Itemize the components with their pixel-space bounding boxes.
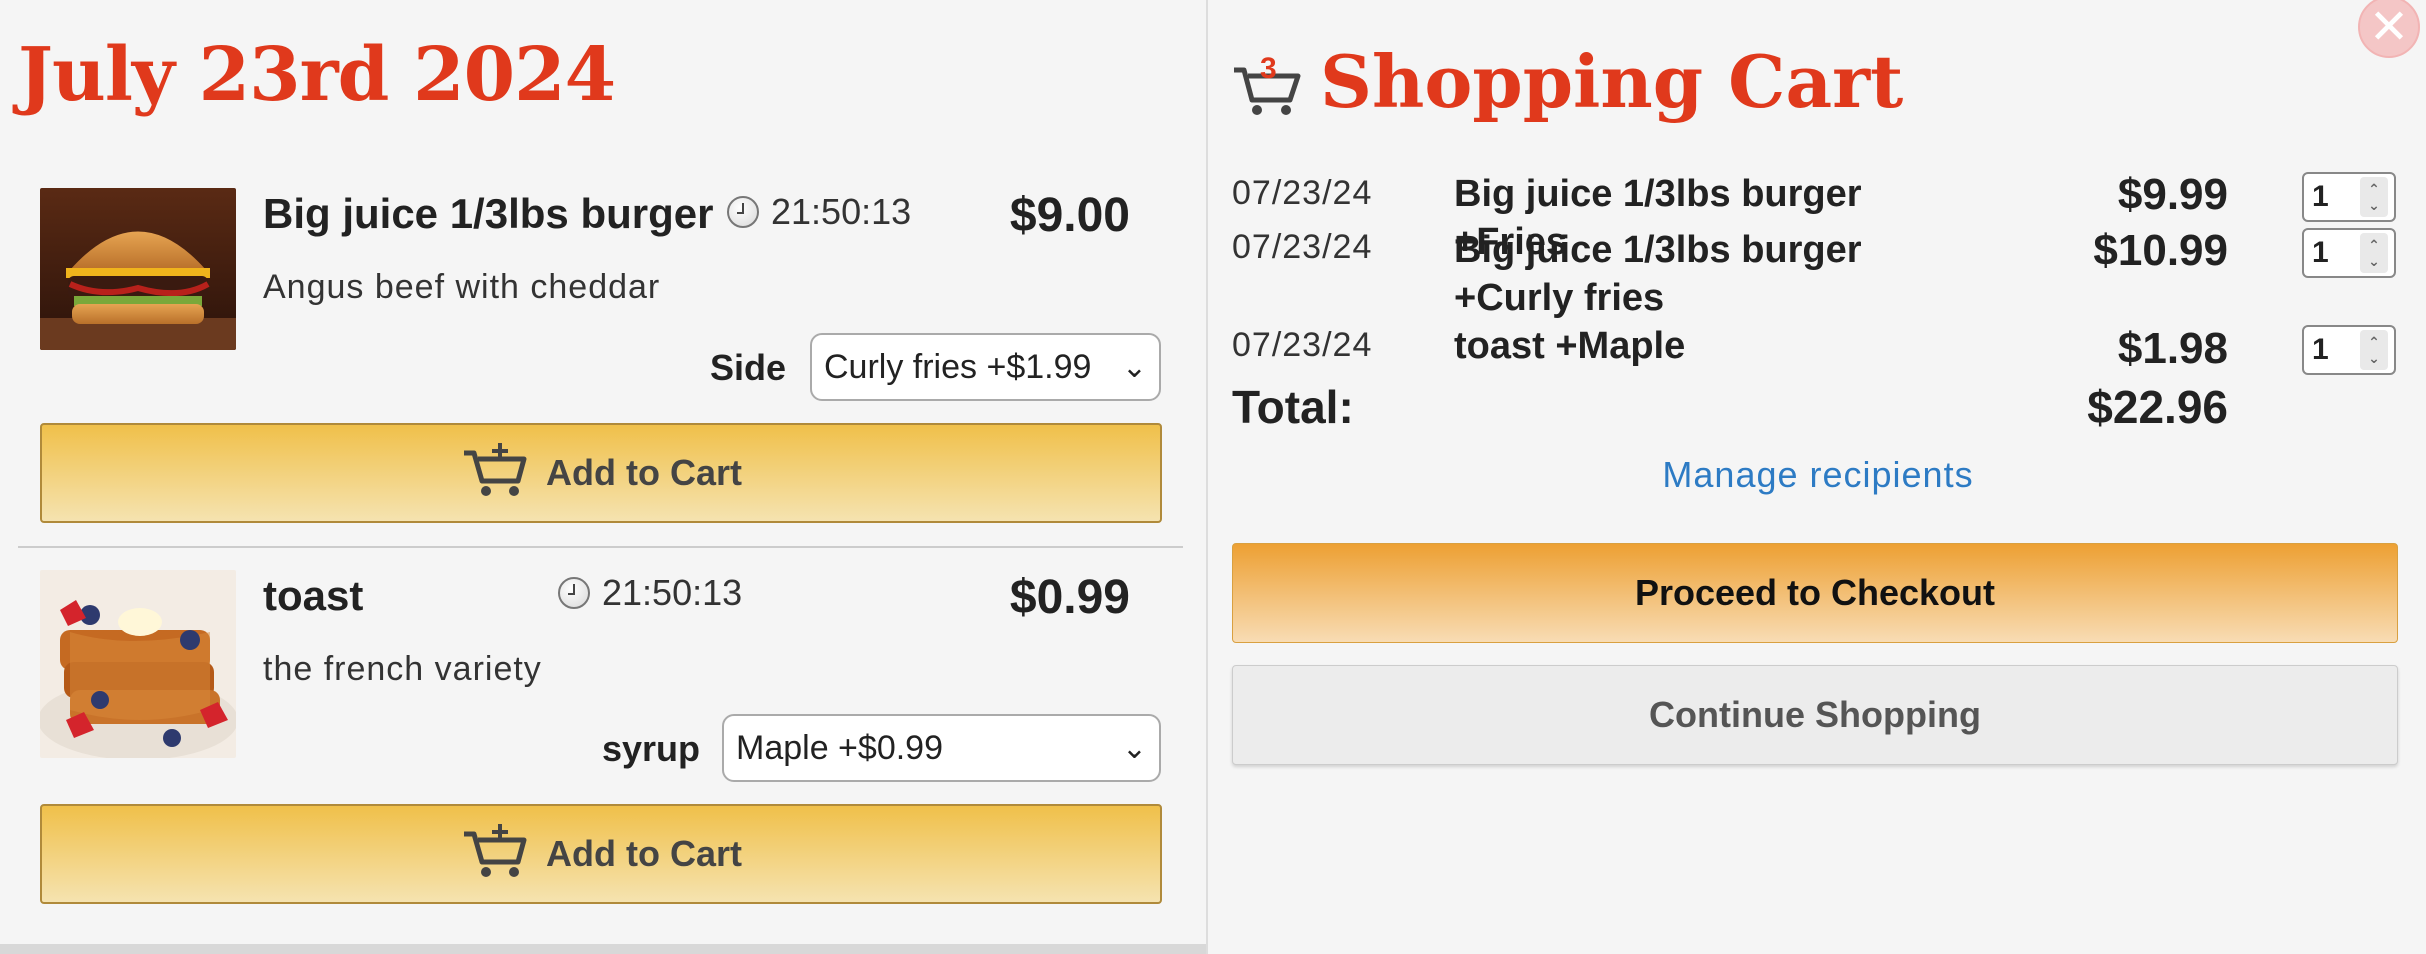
page-title: July 23rd 2024: [18, 32, 616, 118]
cart-title: Shopping Cart: [1320, 39, 1904, 124]
add-to-cart-label: Add to Cart: [546, 833, 742, 874]
side-select[interactable]: Curly fries +$1.99 ⌄: [810, 333, 1161, 401]
cart-row-name: toast +Maple: [1454, 325, 1686, 367]
cart-row-date: 07/23/24: [1232, 326, 1373, 364]
total-label: Total:: [1232, 381, 1354, 433]
continue-label: Continue Shopping: [1649, 694, 1981, 735]
item-time: 21:50:13: [558, 572, 742, 614]
chevron-down-icon: ⌄: [1121, 350, 1147, 384]
quantity-stepper[interactable]: 1 ⌃ ⌄: [2302, 172, 2396, 222]
cart-count-badge: 3: [1260, 52, 1277, 85]
cart-row-date: 07/23/24: [1232, 174, 1373, 212]
cart-row-date: 07/23/24: [1232, 228, 1373, 266]
item-divider: [18, 546, 1183, 548]
close-icon: ✕: [2368, 1, 2410, 54]
clock-icon: [558, 577, 590, 609]
item-description: Angus beef with cheddar: [263, 268, 661, 306]
item-name: Big juice 1/3lbs burger: [263, 190, 714, 237]
syrup-select-value: Maple +$0.99: [736, 728, 943, 767]
option-label: syrup: [601, 728, 700, 769]
close-button[interactable]: ✕: [2358, 0, 2420, 58]
toast-image: [40, 570, 236, 758]
cart-row-name: Big juice 1/3lbs burger +Curly fries: [1454, 229, 1862, 319]
cart-row-price: $10.99: [2093, 226, 2228, 275]
proceed-to-checkout-button[interactable]: Proceed to Checkout: [1232, 543, 2398, 643]
total-value: $22.96: [2087, 381, 2228, 433]
quantity-value: 1: [2312, 236, 2329, 269]
cart-plus-icon: [460, 822, 530, 887]
cart-row-price: $9.99: [2117, 170, 2228, 219]
checkout-label: Proceed to Checkout: [1634, 572, 1996, 613]
syrup-select[interactable]: Maple +$0.99 ⌄: [722, 714, 1161, 782]
item-time-text: 21:50:13: [771, 191, 912, 232]
spinner-arrows-icon[interactable]: ⌃ ⌄: [2360, 233, 2388, 273]
cart-plus-icon: [460, 441, 530, 506]
burger-image: [40, 188, 236, 350]
clock-icon: [727, 196, 759, 228]
chevron-down-icon: ⌄: [1121, 731, 1147, 765]
item-time-text: 21:50:13: [602, 572, 743, 613]
side-select-value: Curly fries +$1.99: [824, 347, 1092, 386]
item-description: the french variety: [263, 650, 542, 688]
item-price: $0.99: [1009, 571, 1130, 624]
spinner-arrows-icon[interactable]: ⌃ ⌄: [2360, 177, 2388, 217]
quantity-value: 1: [2312, 333, 2329, 366]
item-name: toast: [263, 572, 364, 619]
quantity-stepper[interactable]: 1 ⌃ ⌄: [2302, 228, 2396, 278]
continue-shopping-button[interactable]: Continue Shopping: [1232, 665, 2398, 765]
item-time: 21:50:13: [727, 191, 911, 233]
quantity-value: 1: [2312, 180, 2329, 213]
quantity-stepper[interactable]: 1 ⌃ ⌄: [2302, 325, 2396, 375]
cart-row-price: $1.98: [2117, 324, 2228, 373]
shopping-cart-panel: 3 Shopping Cart ✕ 07/23/24 Big juice 1/3…: [1206, 0, 2426, 954]
page-bottom-edge: [0, 944, 1206, 954]
add-to-cart-button[interactable]: Add to Cart: [40, 804, 1162, 904]
add-to-cart-button[interactable]: Add to Cart: [40, 423, 1162, 523]
manage-recipients-link[interactable]: Manage recipients: [1208, 454, 2426, 496]
item-price: $9.00: [1009, 189, 1130, 242]
spinner-arrows-icon[interactable]: ⌃ ⌄: [2360, 330, 2388, 370]
add-to-cart-label: Add to Cart: [546, 452, 742, 493]
option-label: Side: [709, 347, 786, 388]
